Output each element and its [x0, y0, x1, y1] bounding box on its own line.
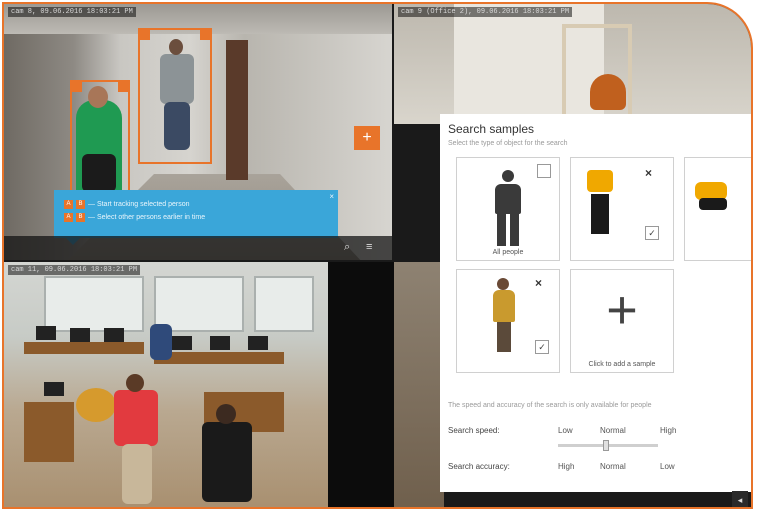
- speed-option-high[interactable]: High: [660, 426, 676, 435]
- menu-icon[interactable]: ≡: [366, 241, 372, 253]
- camera-tile-4[interactable]: [394, 262, 444, 507]
- empty-tile: [328, 262, 396, 507]
- office-window: [44, 276, 144, 332]
- person-red-head: [126, 374, 144, 392]
- camera-label: cam 9 (Office 2), 09.06.2016 18:03:21 PM: [398, 7, 573, 17]
- black-pants-icon: [591, 194, 609, 234]
- speed-accuracy-note: The speed and accuracy of the search is …: [448, 402, 652, 409]
- monitor: [36, 326, 56, 340]
- sample-caption: All people: [492, 249, 524, 256]
- add-camera-button[interactable]: +: [354, 126, 380, 150]
- desk: [24, 342, 144, 354]
- desk: [154, 352, 284, 364]
- sample-partial[interactable]: [684, 157, 751, 261]
- camera-tile-office[interactable]: cam 9 (Office 2), 09.06.2016 18:03:21 PM: [394, 4, 751, 124]
- search-icon[interactable]: ⌕: [344, 241, 350, 254]
- panel-title: Search samples: [448, 122, 535, 136]
- person-black-shirt: [202, 422, 252, 502]
- person-red-legs: [122, 444, 152, 504]
- tooltip-text-track: — Start tracking selected person: [88, 201, 190, 208]
- add-sample-button[interactable]: + Click to add a sample: [570, 269, 674, 373]
- camera-label: cam 11, 09.06.2016 18:03:21 PM: [8, 265, 141, 275]
- slider-handle[interactable]: [603, 440, 609, 451]
- tracking-box-person-1[interactable]: [70, 80, 130, 194]
- sample-all-people[interactable]: All people: [456, 157, 560, 261]
- key-a-icon: A: [64, 200, 73, 209]
- monitor: [210, 336, 230, 350]
- camera-tile-corridor[interactable]: + × A B — Start tracking selected person…: [4, 4, 392, 260]
- search-speed-label: Search speed:: [448, 426, 500, 435]
- add-sample-caption: Click to add a sample: [588, 361, 656, 368]
- tooltip-row-select: A B — Select other persons earlier in ti…: [64, 213, 328, 222]
- key-a-icon: A: [64, 213, 73, 222]
- panel-subtitle: Select the type of object for the search: [448, 140, 568, 147]
- sample-checkbox[interactable]: [537, 164, 551, 178]
- tooltip-text-select: — Select other persons earlier in time: [88, 214, 206, 221]
- corridor-door: [226, 40, 248, 180]
- accuracy-option-low[interactable]: Low: [660, 462, 675, 471]
- remove-sample-icon[interactable]: ×: [535, 276, 542, 290]
- tracking-box-person-2[interactable]: [138, 28, 212, 164]
- search-speed-slider[interactable]: [558, 440, 658, 451]
- office-window: [254, 276, 314, 332]
- yellow-top-icon: [587, 170, 613, 192]
- person-blue-shirt: [150, 324, 172, 360]
- sample-checkbox-checked[interactable]: ✓: [645, 226, 659, 240]
- sample-checkbox-checked[interactable]: ✓: [535, 340, 549, 354]
- sample-photo-person[interactable]: × ✓: [456, 269, 560, 373]
- sample-photo-top: [493, 290, 515, 322]
- tooltip-row-track: A B — Start tracking selected person: [64, 200, 328, 209]
- person-silhouette-icon: [491, 170, 525, 246]
- person-red-shirt: [114, 390, 158, 446]
- sample-grid: All people × ✓ × ✓ + Click to add a samp…: [448, 157, 751, 377]
- camera-tile-workspace[interactable]: cam 11, 09.06.2016 18:03:21 PM: [4, 262, 328, 507]
- monitor: [104, 328, 124, 342]
- remove-sample-icon[interactable]: ×: [645, 166, 652, 180]
- close-icon[interactable]: ×: [329, 192, 334, 201]
- person-black-head: [216, 404, 236, 424]
- speed-option-low[interactable]: Low: [558, 426, 573, 435]
- camera-label: cam 8, 09.06.2016 18:03:21 PM: [8, 7, 136, 17]
- monitor: [172, 336, 192, 350]
- sample-yellow-top-black-pants[interactable]: × ✓: [570, 157, 674, 261]
- video-wall: + × A B — Start tracking selected person…: [2, 2, 753, 509]
- beanbag: [76, 388, 116, 422]
- tracking-tag[interactable]: [139, 29, 150, 40]
- accuracy-option-normal[interactable]: Normal: [600, 462, 626, 471]
- tracking-tag[interactable]: [200, 29, 211, 40]
- monitor: [70, 328, 90, 342]
- tracking-tag[interactable]: [118, 81, 129, 92]
- tracking-tag[interactable]: [71, 81, 82, 92]
- search-accuracy-label: Search accuracy:: [448, 462, 510, 471]
- search-samples-panel: Search samples Select the type of object…: [440, 114, 751, 492]
- key-b-icon: B: [76, 200, 85, 209]
- monitor: [248, 336, 268, 350]
- speed-option-normal[interactable]: Normal: [600, 426, 626, 435]
- key-b-icon: B: [76, 213, 85, 222]
- accuracy-option-high[interactable]: High: [558, 462, 574, 471]
- desk: [24, 402, 74, 462]
- tracking-hint-tooltip: × A B — Start tracking selected person A…: [54, 190, 338, 245]
- monitor: [44, 382, 64, 396]
- plus-icon: +: [606, 280, 638, 340]
- sample-photo-head: [497, 278, 509, 290]
- collapse-panel-icon[interactable]: ◂: [732, 491, 748, 507]
- orange-chair: [590, 74, 626, 110]
- black-pants-icon: [699, 198, 727, 210]
- sample-photo-legs: [497, 322, 511, 352]
- camera-toolbar: ⌕ ≡: [4, 236, 392, 260]
